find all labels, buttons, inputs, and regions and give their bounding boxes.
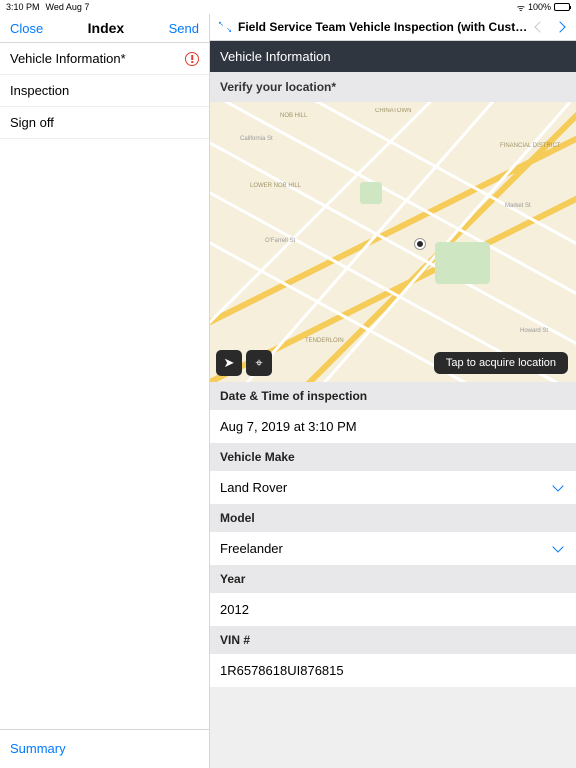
svg-text:CHINATOWN: CHINATOWN	[375, 108, 411, 114]
content-pane: Field Service Team Vehicle Inspection (w…	[210, 14, 576, 768]
make-value: Land Rover	[220, 480, 287, 495]
index-item-label: Vehicle Information*	[10, 51, 126, 66]
index-item-label: Inspection	[10, 83, 69, 98]
prev-page-button[interactable]	[534, 21, 545, 32]
location-label: Verify your location*	[210, 72, 576, 102]
make-field[interactable]: Land Rover	[210, 471, 576, 504]
acquire-location-button[interactable]: Tap to acquire location	[434, 352, 568, 374]
vin-value: 1R6578618UI876815	[220, 663, 344, 678]
alert-icon	[185, 52, 199, 66]
svg-text:California St: California St	[240, 136, 273, 142]
map-layers-button[interactable]: ⌖	[246, 350, 272, 376]
battery-percent: 100%	[528, 2, 551, 12]
vin-field[interactable]: 1R6578618UI876815	[210, 654, 576, 687]
expand-icon[interactable]	[218, 20, 232, 34]
section-banner: Vehicle Information	[210, 41, 576, 72]
document-title: Field Service Team Vehicle Inspection (w…	[238, 20, 530, 34]
year-label: Year	[210, 565, 576, 593]
svg-text:O'Farrell St: O'Farrell St	[265, 238, 295, 244]
chevron-down-icon	[552, 541, 563, 552]
index-item-label: Sign off	[10, 115, 54, 130]
sidebar-footer: Summary	[0, 729, 209, 768]
svg-text:FINANCIAL DISTRICT: FINANCIAL DISTRICT	[500, 143, 561, 149]
sidebar-title: Index	[88, 20, 125, 36]
content-header: Field Service Team Vehicle Inspection (w…	[210, 14, 576, 41]
next-page-button[interactable]	[554, 21, 565, 32]
model-value: Freelander	[220, 541, 283, 556]
chevron-down-icon	[552, 480, 563, 491]
summary-button[interactable]: Summary	[10, 741, 66, 756]
make-label: Vehicle Make	[210, 443, 576, 471]
index-item-vehicle-information[interactable]: Vehicle Information*	[0, 43, 209, 75]
sidebar: Close Index Send Vehicle Information* In…	[0, 14, 210, 768]
svg-text:Howard St: Howard St	[520, 328, 548, 334]
svg-text:Market St: Market St	[505, 203, 531, 209]
locate-button[interactable]: ➤	[216, 350, 242, 376]
year-value: 2012	[220, 602, 249, 617]
year-field[interactable]: 2012	[210, 593, 576, 626]
send-button[interactable]: Send	[169, 21, 199, 36]
index-item-sign-off[interactable]: Sign off	[0, 107, 209, 139]
status-bar: 3:10 PM Wed Aug 7 ᯤ 100%	[0, 0, 576, 14]
index-list: Vehicle Information* Inspection Sign off	[0, 43, 209, 729]
status-time: 3:10 PM	[6, 2, 40, 12]
blank-area	[210, 687, 576, 768]
svg-text:TENDERLOIN: TENDERLOIN	[305, 338, 344, 344]
battery-icon	[554, 3, 570, 11]
datetime-value: Aug 7, 2019 at 3:10 PM	[220, 419, 357, 434]
datetime-label: Date & Time of inspection	[210, 382, 576, 410]
datetime-field[interactable]: Aug 7, 2019 at 3:10 PM	[210, 410, 576, 443]
svg-text:LOWER NOB HILL: LOWER NOB HILL	[250, 183, 302, 189]
svg-text:NOB HILL: NOB HILL	[280, 113, 308, 119]
map-tiles: NOB HILL CHINATOWN LOWER NOB HILL TENDER…	[210, 102, 576, 382]
map-view[interactable]: NOB HILL CHINATOWN LOWER NOB HILL TENDER…	[210, 102, 576, 382]
model-field[interactable]: Freelander	[210, 532, 576, 565]
model-label: Model	[210, 504, 576, 532]
status-date: Wed Aug 7	[46, 2, 90, 12]
close-button[interactable]: Close	[10, 21, 43, 36]
index-item-inspection[interactable]: Inspection	[0, 75, 209, 107]
wifi-icon: ᯤ	[517, 1, 525, 14]
vin-label: VIN #	[210, 626, 576, 654]
sidebar-header: Close Index Send	[0, 14, 209, 43]
